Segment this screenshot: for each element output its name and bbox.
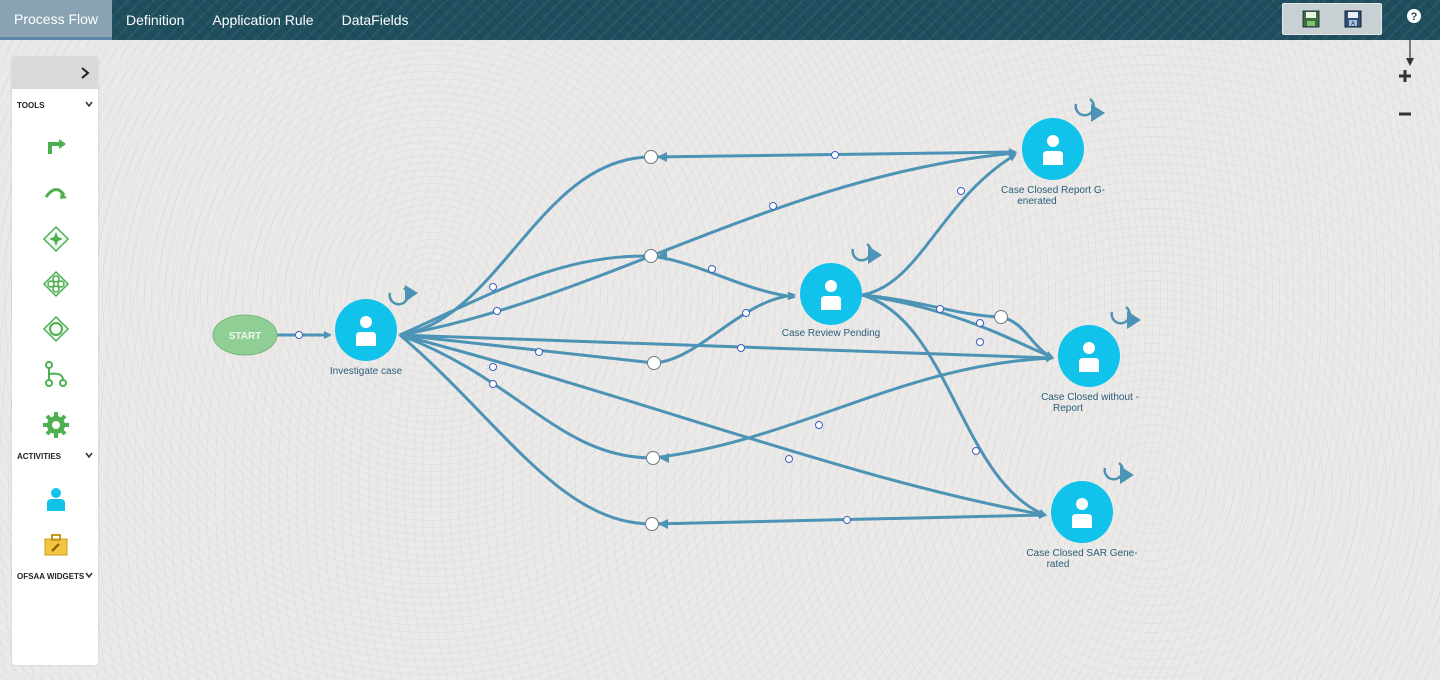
svg-text:Case Closed Report G-: Case Closed Report G- [1001,185,1105,196]
process-flow-diagram: START Investigate case Case Review Pendi… [212,97,1141,570]
start-label: START [229,331,262,342]
gateway-node[interactable] [645,517,659,531]
refresh-icon[interactable] [1074,97,1105,122]
person-icon [825,280,837,292]
node-case-closed-without-report[interactable]: Case Closed without - Report [1041,325,1139,414]
refresh-icon[interactable] [1110,305,1141,329]
svg-text:Case Closed SAR Gene-: Case Closed SAR Gene- [1026,548,1137,559]
gateway-node[interactable] [994,310,1008,324]
edge-review-sar[interactable] [861,293,1047,517]
edge-delete-icon[interactable] [295,331,303,339]
edge-delete-icon[interactable] [831,151,839,159]
edge-delete-icon[interactable] [737,344,745,352]
edge-delete-icon[interactable] [815,421,823,429]
svg-text:rated: rated [1047,559,1070,570]
person-icon [1076,498,1088,510]
gateway-node[interactable] [647,356,661,370]
edge-delete-icon[interactable] [972,447,980,455]
refresh-icon[interactable] [851,242,882,264]
start-node[interactable]: START [212,314,278,356]
edge-delete-icon[interactable] [936,305,944,313]
edge-delete-icon[interactable] [843,516,851,524]
edge-delete-icon[interactable] [493,307,501,315]
svg-text:Report: Report [1053,403,1083,414]
edge-investigate-sar[interactable] [399,333,1047,518]
svg-text:Investigate case: Investigate case [330,366,403,377]
refresh-icon[interactable] [1103,461,1134,484]
edge-delete-icon[interactable] [535,348,543,356]
edge-delete-icon[interactable] [957,187,965,195]
edge-spacer [402,157,651,333]
node-investigate-case[interactable]: Investigate case [330,299,403,377]
edge-delete-icon[interactable] [489,380,497,388]
edge-delete-icon[interactable] [976,319,984,327]
svg-text:Case Review Pending: Case Review Pending [782,328,880,339]
edge-delete-icon[interactable] [785,455,793,463]
edge-gw3-review[interactable] [653,291,796,365]
edge-investigate-gw5[interactable] [399,333,653,526]
gateway-node[interactable] [644,150,658,164]
edge-delete-icon[interactable] [489,363,497,371]
refresh-icon[interactable] [388,285,418,306]
svg-text:Case Closed without -: Case Closed without - [1041,392,1139,403]
svg-text:enerated: enerated [1017,196,1056,207]
node-case-closed-sar-generated[interactable]: Case Closed SAR Gene- rated [1026,481,1138,570]
edge-delete-icon[interactable] [489,283,497,291]
person-icon [360,316,372,328]
edge-delete-icon[interactable] [976,338,984,346]
gateway-node[interactable] [646,451,660,465]
person-icon [1047,135,1059,147]
edge-gw2-review[interactable] [650,254,796,301]
edge-investigate-gw1[interactable] [399,155,652,337]
gateways [644,150,1008,531]
node-case-closed-report-generated[interactable]: Case Closed Report G- enerated [1001,118,1105,207]
edge-delete-icon[interactable] [769,202,777,210]
gateway-node[interactable] [644,249,658,263]
edge-delete-markers [295,151,984,524]
edge-delete-icon[interactable] [742,309,750,317]
edge-gw4-without[interactable] [652,354,1054,460]
person-icon [1083,342,1095,354]
node-case-review-pending[interactable]: Case Review Pending [782,263,880,339]
edge-review-without[interactable] [861,293,1054,359]
edge-delete-icon[interactable] [708,265,716,273]
